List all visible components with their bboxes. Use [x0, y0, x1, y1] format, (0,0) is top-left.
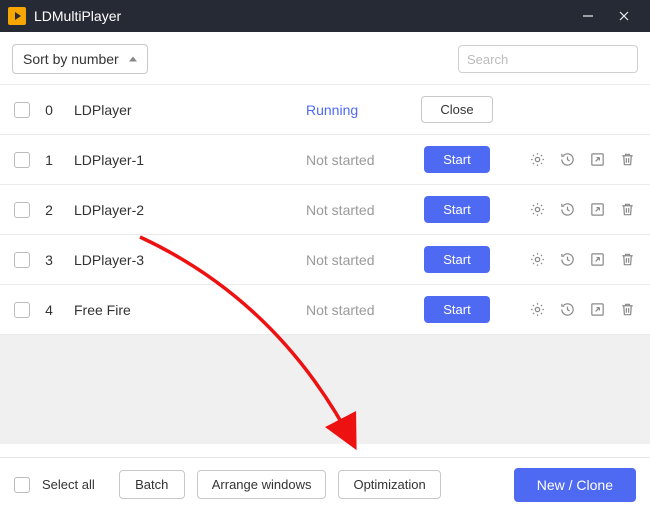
minimize-button[interactable] [570, 0, 606, 32]
select-all-label: Select all [42, 477, 95, 492]
select-all-checkbox[interactable] [14, 477, 30, 493]
empty-area [0, 334, 650, 444]
list-item: 2 LDPlayer-2 Not started Start [0, 184, 650, 234]
open-icon[interactable] [588, 201, 606, 219]
open-icon[interactable] [588, 301, 606, 319]
row-status: Not started [306, 202, 406, 218]
row-status: Not started [306, 302, 406, 318]
row-name: LDPlayer-1 [68, 152, 294, 168]
open-icon[interactable] [588, 251, 606, 269]
row-status: Not started [306, 252, 406, 268]
list-item: 0 LDPlayer Running Close [0, 84, 650, 134]
trash-icon[interactable] [618, 151, 636, 169]
history-icon[interactable] [558, 151, 576, 169]
batch-button[interactable]: Batch [119, 470, 185, 499]
row-checkbox[interactable] [14, 202, 30, 218]
search-input[interactable] [467, 52, 643, 67]
list-item: 1 LDPlayer-1 Not started Start [0, 134, 650, 184]
row-checkbox[interactable] [14, 152, 30, 168]
row-checkbox[interactable] [14, 302, 30, 318]
list-item: 3 LDPlayer-3 Not started Start [0, 234, 650, 284]
start-instance-button[interactable]: Start [424, 146, 490, 173]
trash-icon[interactable] [618, 201, 636, 219]
row-checkbox[interactable] [14, 252, 30, 268]
history-icon[interactable] [558, 251, 576, 269]
search-box[interactable] [458, 45, 638, 73]
list-item: 4 Free Fire Not started Start [0, 284, 650, 334]
row-name: Free Fire [68, 302, 294, 318]
row-checkbox[interactable] [14, 102, 30, 118]
row-name: LDPlayer [68, 102, 294, 118]
start-instance-button[interactable]: Start [424, 196, 490, 223]
history-icon[interactable] [558, 201, 576, 219]
close-button[interactable] [606, 0, 642, 32]
row-status: Running [306, 102, 406, 118]
gear-icon[interactable] [528, 151, 546, 169]
row-index: 4 [42, 302, 56, 318]
titlebar: LDMultiPlayer [0, 0, 650, 32]
start-instance-button[interactable]: Start [424, 296, 490, 323]
optimization-button[interactable]: Optimization [338, 470, 440, 499]
row-index: 0 [42, 102, 56, 118]
row-name: LDPlayer-2 [68, 202, 294, 218]
gear-icon[interactable] [528, 201, 546, 219]
new-clone-button[interactable]: New / Clone [514, 468, 636, 502]
window-title: LDMultiPlayer [34, 8, 570, 24]
gear-icon[interactable] [528, 251, 546, 269]
row-status: Not started [306, 152, 406, 168]
app-logo-icon [8, 7, 26, 25]
history-icon[interactable] [558, 301, 576, 319]
trash-icon[interactable] [618, 251, 636, 269]
sort-dropdown[interactable]: Sort by number [12, 44, 148, 74]
row-index: 2 [42, 202, 56, 218]
open-icon[interactable] [588, 151, 606, 169]
footer: Select all Batch Arrange windows Optimiz… [0, 457, 650, 511]
start-instance-button[interactable]: Start [424, 246, 490, 273]
gear-icon[interactable] [528, 301, 546, 319]
close-instance-button[interactable]: Close [421, 96, 492, 123]
instance-list: 0 LDPlayer Running Close 1 LDPlayer-1 No… [0, 84, 650, 334]
row-name: LDPlayer-3 [68, 252, 294, 268]
toolbar: Sort by number [0, 32, 650, 84]
arrange-windows-button[interactable]: Arrange windows [197, 470, 327, 499]
row-index: 3 [42, 252, 56, 268]
row-index: 1 [42, 152, 56, 168]
trash-icon[interactable] [618, 301, 636, 319]
